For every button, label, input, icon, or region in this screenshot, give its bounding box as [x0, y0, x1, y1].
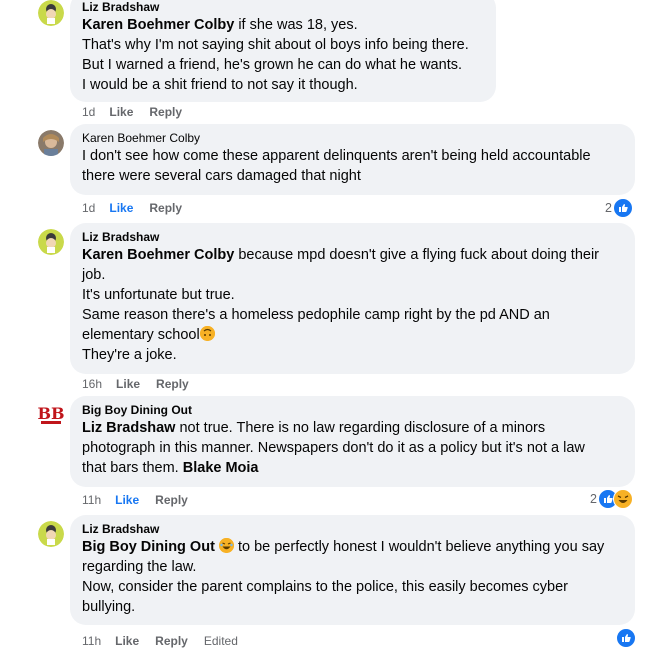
thumbs-up-icon: [612, 198, 633, 218]
comment-bubble: Liz Bradshaw Karen Boehmer Colby if she …: [70, 0, 496, 102]
comment-bubble: Karen Boehmer Colby I don't see how come…: [70, 124, 635, 195]
upside-down-face-emoji-icon: [199, 326, 215, 341]
reaction-count: 2: [605, 201, 612, 215]
comment-text: Karen Boehmer Colby because mpd doesn't …: [82, 247, 599, 363]
comment-text: I don't see how come these apparent deli…: [82, 148, 591, 184]
reaction-summary[interactable]: [612, 628, 637, 648]
avatar-big-boy-dining-out[interactable]: BB: [38, 402, 64, 428]
comment-bubble: Liz Bradshaw Karen Boehmer Colby because…: [70, 223, 635, 374]
comment-text: Liz Bradshaw not true. There is no law r…: [82, 420, 585, 476]
like-button[interactable]: Like: [116, 377, 140, 391]
reply-button[interactable]: Reply: [155, 493, 188, 507]
comment-actions: 1d Like Reply: [82, 105, 198, 119]
reply-button[interactable]: Reply: [155, 634, 188, 648]
svg-text:BB: BB: [38, 404, 64, 423]
reply-button[interactable]: Reply: [149, 105, 182, 119]
reaction-summary[interactable]: 2: [601, 198, 634, 218]
mention[interactable]: Big Boy Dining Out: [82, 539, 215, 555]
thumbs-up-icon: [616, 628, 636, 648]
comment-text: Karen Boehmer Colby if she was 18, yes. …: [82, 17, 469, 93]
reply-button[interactable]: Reply: [149, 201, 182, 215]
reply-button[interactable]: Reply: [156, 377, 189, 391]
avatar-liz-bradshaw[interactable]: [38, 0, 64, 26]
timestamp[interactable]: 16h: [82, 377, 102, 391]
comment-actions: 1d Like Reply: [82, 201, 198, 215]
avatar-karen-boehmer-colby[interactable]: [38, 130, 64, 156]
comment-author[interactable]: Big Boy Dining Out: [82, 403, 623, 418]
avatar-liz-bradshaw[interactable]: [38, 521, 64, 547]
timestamp[interactable]: 1d: [82, 105, 95, 119]
like-button[interactable]: Like: [109, 105, 133, 119]
mention[interactable]: Liz Bradshaw: [82, 420, 175, 436]
comment-actions: 11h Like Reply: [82, 493, 204, 507]
edited-label: Edited: [203, 634, 238, 648]
like-button[interactable]: Like: [115, 634, 139, 648]
comment-author[interactable]: Liz Bradshaw: [82, 230, 623, 245]
comment-bubble: Liz Bradshaw Big Boy Dining Out to be pe…: [70, 515, 635, 625]
comment-actions: 16h Like Reply: [82, 377, 205, 391]
timestamp[interactable]: 11h: [82, 493, 101, 507]
comment-author[interactable]: Liz Bradshaw: [82, 0, 484, 15]
like-button[interactable]: Like: [115, 493, 139, 507]
comment-text: Big Boy Dining Out to be perfectly hones…: [82, 538, 605, 615]
mention[interactable]: Blake Moia: [183, 460, 259, 476]
mention[interactable]: Karen Boehmer Colby: [82, 17, 234, 33]
avatar-liz-bradshaw[interactable]: [38, 229, 64, 255]
comment-author[interactable]: Karen Boehmer Colby: [82, 131, 623, 146]
mention[interactable]: Karen Boehmer Colby: [82, 247, 234, 263]
comment-actions: 11h Like Reply Edited: [82, 634, 254, 648]
comment-author[interactable]: Liz Bradshaw: [82, 522, 623, 537]
reaction-summary[interactable]: 2: [586, 489, 634, 509]
haha-icon: [612, 489, 633, 509]
reaction-count: 2: [590, 492, 597, 506]
like-button[interactable]: Like: [109, 201, 133, 215]
timestamp[interactable]: 11h: [82, 634, 101, 648]
laughing-emoji-icon: [218, 538, 234, 553]
comment-bubble: Big Boy Dining Out Liz Bradshaw not true…: [70, 396, 635, 487]
timestamp[interactable]: 1d: [82, 201, 95, 215]
